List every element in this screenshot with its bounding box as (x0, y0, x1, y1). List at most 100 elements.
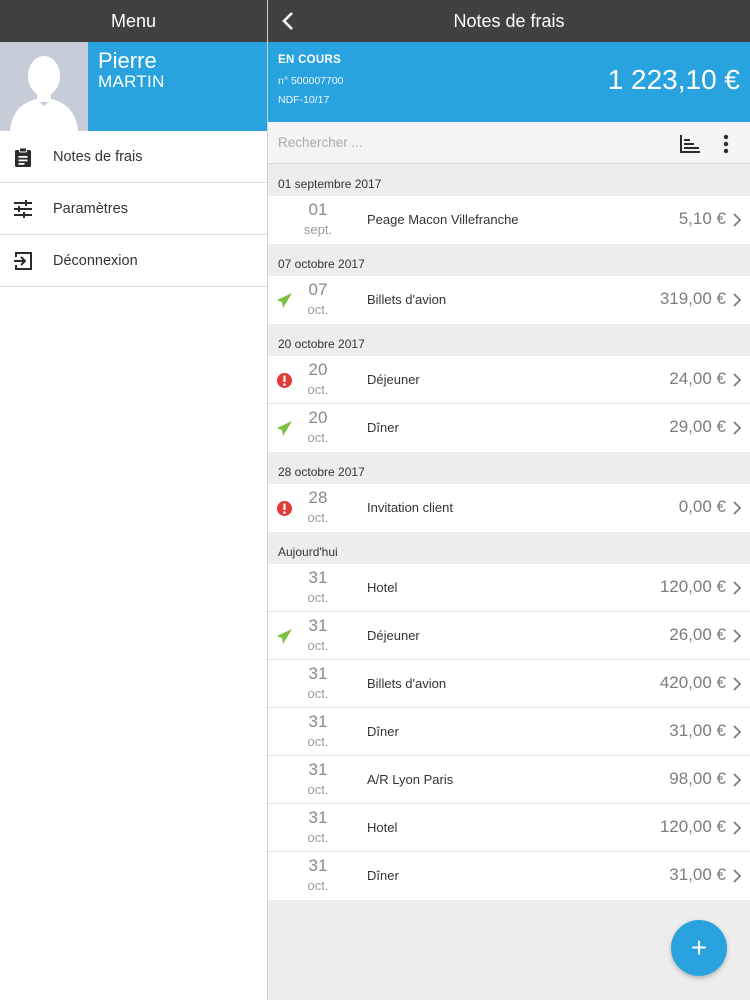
expense-day: 07 (308, 280, 328, 299)
expense-day: 31 (308, 616, 328, 635)
chevron-right-icon (733, 581, 742, 595)
group-date-header: 20 octobre 2017 (278, 337, 365, 351)
expense-label: Invitation client (367, 500, 453, 515)
expense-row[interactable]: 31 oct. Dîner 31,00 € (268, 708, 750, 756)
expense-row[interactable]: 07 oct. Billets d'avion 319,00 € (268, 276, 750, 324)
user-profile: Pierre MARTIN (0, 42, 267, 131)
expense-month: oct. (307, 382, 329, 397)
expense-row[interactable]: 31 oct. Dîner 31,00 € (268, 852, 750, 900)
expense-amount: 5,10 € (678, 209, 726, 228)
group-date-header: 01 septembre 2017 (278, 177, 382, 191)
sort-button[interactable] (678, 133, 702, 155)
add-expense-button[interactable]: + (671, 920, 727, 976)
more-vertical-icon (723, 134, 729, 154)
expense-amount: 120,00 € (659, 817, 726, 836)
expense-row[interactable]: 01 sept. Peage Macon Villefranche 5,10 € (268, 196, 750, 244)
expense-label: Dîner (367, 868, 399, 883)
expense-amount: 120,00 € (659, 577, 726, 596)
report-number: n° 500007700 (278, 75, 344, 87)
chevron-left-icon (282, 12, 293, 30)
chevron-right-icon (733, 821, 742, 835)
expense-row[interactable]: 20 oct. Déjeuner 24,00 € (268, 356, 750, 404)
top-bar: Notes de frais (268, 0, 750, 42)
expense-label: Déjeuner (367, 628, 420, 643)
avatar (0, 42, 88, 131)
more-options-button[interactable] (716, 133, 736, 155)
expense-amount: 98,00 € (669, 769, 726, 788)
plus-icon: + (690, 932, 708, 963)
error-icon (277, 373, 292, 388)
expense-row[interactable]: 31 oct. A/R Lyon Paris 98,00 € (268, 756, 750, 804)
menu-item-parametres[interactable]: Paramètres (0, 183, 267, 235)
expense-label: A/R Lyon Paris (367, 772, 454, 787)
expense-month: sept. (303, 222, 333, 237)
expense-day: 31 (308, 760, 328, 779)
expense-day: 31 (308, 808, 328, 827)
expense-label: Hotel (367, 820, 398, 835)
sidebar-title: Menu (110, 10, 157, 31)
sent-icon (277, 629, 292, 644)
expense-day: 20 (308, 408, 328, 427)
expense-row[interactable]: 31 oct. Hotel 120,00 € (268, 804, 750, 852)
expense-label: Dîner (367, 724, 399, 739)
search-bar (268, 122, 750, 164)
expense-row[interactable]: 20 oct. Dîner 29,00 € (268, 404, 750, 452)
expense-month: oct. (307, 590, 329, 605)
chevron-right-icon (733, 629, 742, 643)
sidebar: Menu Pierre MARTIN Notes de frais Paramè… (0, 0, 268, 1000)
logout-icon (12, 250, 34, 272)
expense-month: oct. (307, 830, 329, 845)
page-title: Notes de frais (453, 10, 565, 31)
expense-day: 31 (308, 856, 328, 875)
expense-month: oct. (307, 430, 329, 445)
chevron-right-icon (733, 869, 742, 883)
menu-item-notes-de-frais[interactable]: Notes de frais (0, 131, 267, 183)
sliders-icon (12, 198, 34, 220)
expense-label: Déjeuner (367, 372, 420, 387)
chevron-right-icon (733, 501, 742, 515)
expense-row[interactable]: 31 oct. Hotel 120,00 € (268, 564, 750, 612)
report-total: 1 223,10 € (607, 64, 740, 95)
expense-day: 31 (308, 568, 328, 587)
group-date-header: 28 octobre 2017 (278, 465, 365, 479)
expense-month: oct. (307, 782, 329, 797)
clipboard-icon (12, 146, 34, 168)
expense-month: oct. (307, 638, 329, 653)
expense-amount: 319,00 € (659, 289, 726, 308)
expense-month: oct. (307, 510, 329, 525)
expense-label: Dîner (367, 420, 399, 435)
chevron-right-icon (733, 773, 742, 787)
sent-icon (277, 293, 292, 308)
chevron-right-icon (733, 293, 742, 307)
expense-row[interactable]: 31 oct. Billets d'avion 420,00 € (268, 660, 750, 708)
user-first-name: Pierre (98, 48, 157, 73)
menu-item-deconnexion[interactable]: Déconnexion (0, 235, 267, 287)
back-button[interactable] (274, 7, 302, 35)
expense-month: oct. (307, 302, 329, 317)
expense-amount: 420,00 € (659, 673, 726, 692)
chevron-right-icon (733, 677, 742, 691)
sort-icon (680, 135, 700, 153)
main-panel: Notes de frais EN COURS n° 500007700 NDF… (268, 0, 750, 1000)
expense-row[interactable]: 28 oct. Invitation client 0,00 € (268, 484, 750, 532)
expense-month: oct. (307, 686, 329, 701)
expense-day: 28 (308, 488, 328, 507)
expense-day: 31 (308, 712, 328, 731)
user-last-name: MARTIN (98, 72, 165, 91)
expense-amount: 24,00 € (669, 369, 726, 388)
search-input[interactable] (268, 135, 648, 150)
chevron-right-icon (733, 725, 742, 739)
expense-day: 20 (308, 360, 328, 379)
report-reference: NDF-10/17 (278, 94, 330, 106)
expense-day: 31 (308, 664, 328, 683)
chevron-right-icon (733, 373, 742, 387)
menu-label: Déconnexion (53, 252, 138, 269)
expense-amount: 26,00 € (669, 625, 726, 644)
chevron-right-icon (733, 213, 742, 227)
expense-amount: 31,00 € (669, 865, 726, 884)
expense-amount: 31,00 € (669, 721, 726, 740)
expense-row[interactable]: 31 oct. Déjeuner 26,00 € (268, 612, 750, 660)
expense-label: Billets d'avion (367, 676, 447, 691)
expense-list: 01 septembre 2017 01 sept. Peage Macon Vill… (268, 164, 750, 900)
expense-report-summary: EN COURS n° 500007700 NDF-10/17 1 223,10… (268, 42, 750, 122)
